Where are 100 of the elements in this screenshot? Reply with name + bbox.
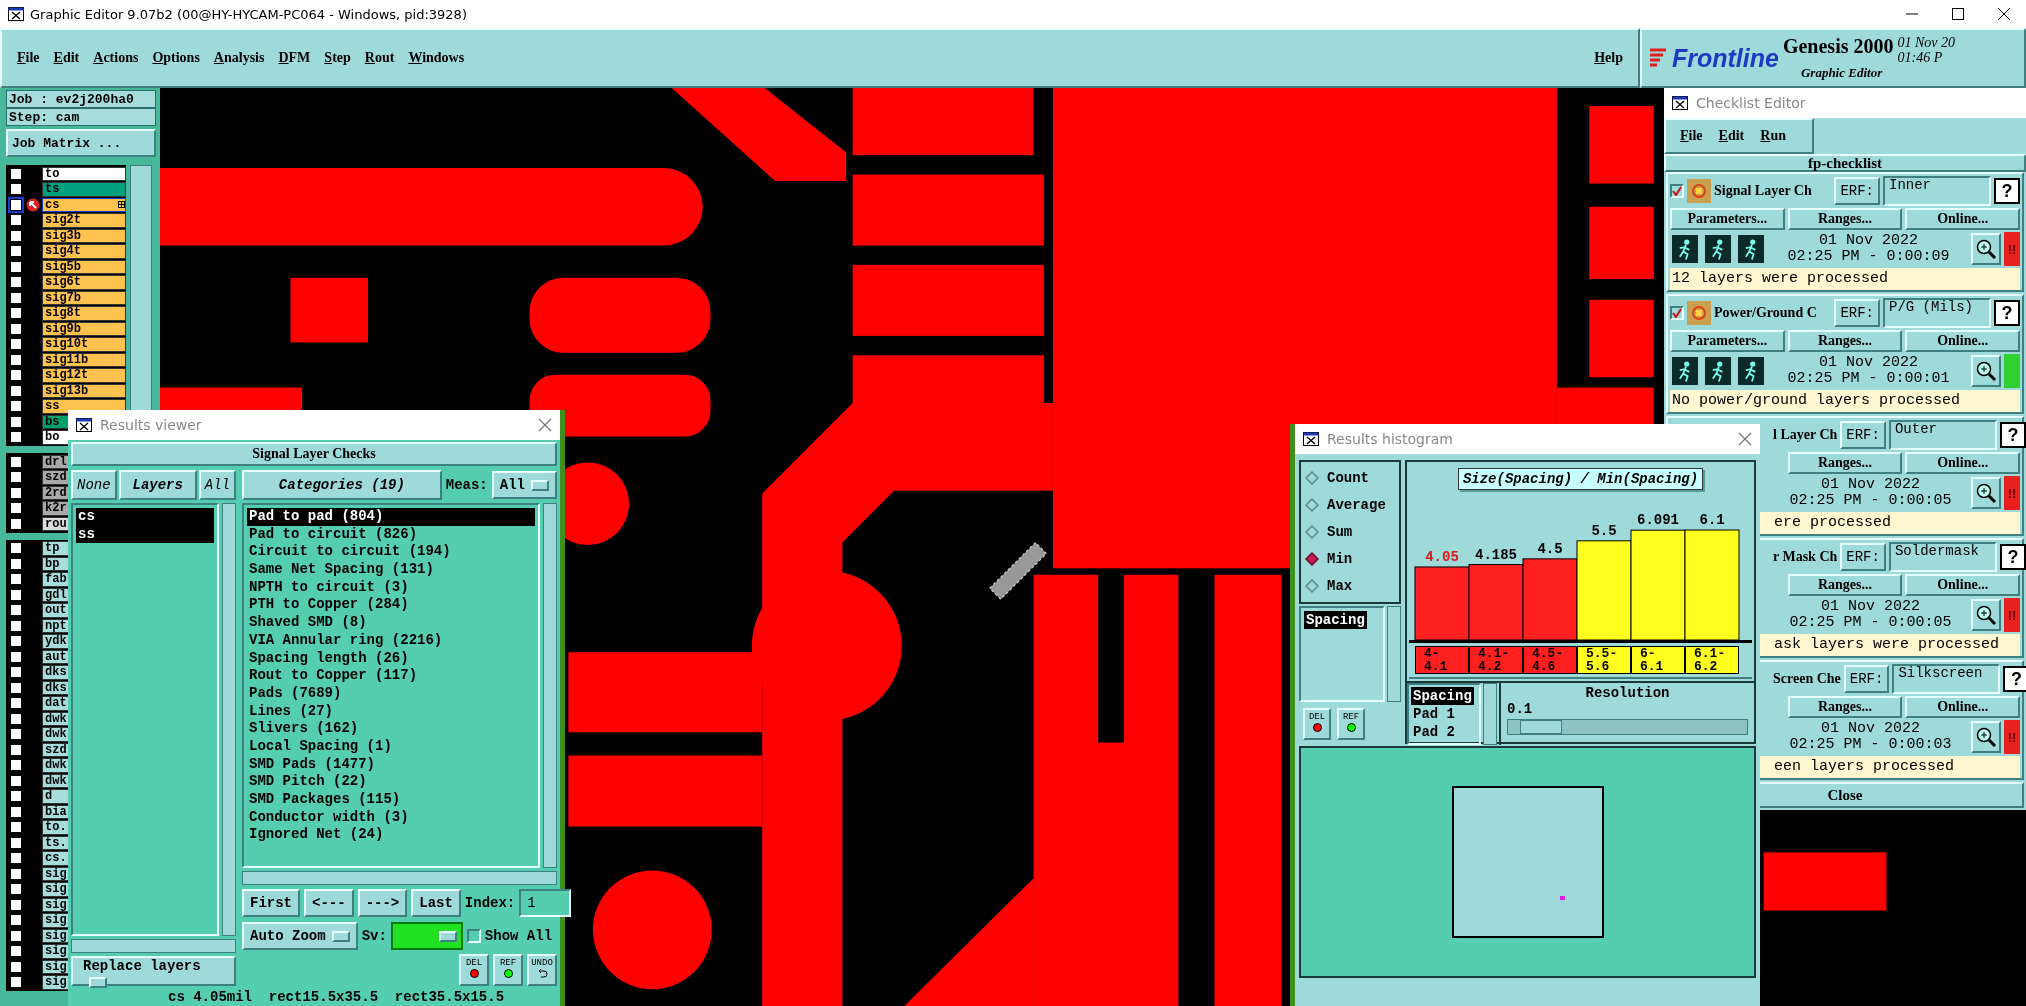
checkbox[interactable] bbox=[10, 517, 22, 530]
list-item[interactable]: PTH to Copper (284) bbox=[247, 596, 535, 615]
menu-item[interactable]: Analysis bbox=[206, 47, 272, 69]
zoom-button[interactable] bbox=[1971, 233, 2001, 265]
zoom-button[interactable] bbox=[1971, 721, 2001, 753]
checkbox[interactable] bbox=[10, 883, 22, 896]
scrollbar[interactable] bbox=[1387, 606, 1401, 702]
job-matrix-button[interactable]: Job Matrix ... bbox=[6, 129, 156, 157]
checkbox[interactable] bbox=[10, 945, 22, 958]
list-item[interactable]: Pad 1 bbox=[1411, 705, 1457, 723]
checkbox[interactable] bbox=[10, 588, 22, 601]
checkbox[interactable] bbox=[10, 557, 22, 570]
checkbox[interactable] bbox=[10, 542, 22, 555]
tool-button[interactable]: REF bbox=[1337, 708, 1365, 740]
layer-item[interactable]: sig2t bbox=[42, 213, 126, 228]
checkbox[interactable] bbox=[10, 415, 22, 428]
zoom-button[interactable] bbox=[1971, 599, 2001, 631]
option-button[interactable]: Online... bbox=[1905, 330, 2020, 352]
list-item[interactable]: Pad to pad (804) bbox=[247, 508, 535, 526]
running-figure-icon[interactable] bbox=[1736, 355, 1766, 387]
checkbox[interactable] bbox=[10, 198, 22, 211]
layer-item[interactable]: to bbox=[42, 166, 126, 181]
list-item[interactable]: Pad to circuit (826) bbox=[247, 525, 535, 544]
checkbox[interactable] bbox=[10, 712, 22, 725]
menu-item[interactable]: DFM bbox=[271, 47, 318, 69]
menu-item[interactable]: Actions bbox=[86, 47, 146, 69]
checkbox[interactable] bbox=[10, 821, 22, 834]
running-figure-icon[interactable] bbox=[1670, 355, 1700, 387]
option-button[interactable]: Online... bbox=[1905, 574, 2020, 596]
checkbox[interactable] bbox=[10, 774, 22, 787]
layer-item[interactable]: ss bbox=[42, 399, 126, 414]
option-button[interactable]: Ranges... bbox=[1787, 330, 1903, 352]
help-button[interactable]: ? bbox=[1999, 544, 2026, 570]
erf-button[interactable]: ERF: bbox=[1840, 421, 1886, 449]
checkbox[interactable] bbox=[10, 167, 22, 180]
list-item[interactable]: Shaved SMD (8) bbox=[247, 614, 535, 632]
checkbox[interactable] bbox=[10, 471, 22, 484]
menu-item[interactable]: Run bbox=[1754, 126, 1792, 146]
resolution-slider[interactable] bbox=[1507, 719, 1748, 735]
erf-button[interactable]: ERF: bbox=[1834, 177, 1880, 205]
checkbox[interactable] bbox=[10, 214, 22, 227]
radio-button[interactable] bbox=[1305, 552, 1319, 567]
auto-zoom-dropdown[interactable]: Auto Zoom bbox=[242, 922, 358, 950]
checkbox[interactable] bbox=[10, 291, 22, 304]
layer-item[interactable]: sig10t bbox=[42, 337, 126, 352]
layer-item[interactable]: sig12t bbox=[42, 368, 126, 383]
erf-field[interactable]: Inner bbox=[1883, 176, 1991, 206]
tool-button[interactable]: DEL bbox=[1303, 708, 1331, 740]
nav-button[interactable]: Last bbox=[411, 889, 461, 917]
checkbox[interactable] bbox=[10, 743, 22, 756]
zoom-button[interactable] bbox=[1971, 477, 2001, 509]
checkbox[interactable] bbox=[10, 728, 22, 741]
checkbox[interactable] bbox=[10, 604, 22, 617]
tool-button[interactable]: REF bbox=[493, 954, 523, 986]
checkbox[interactable] bbox=[10, 635, 22, 648]
checkbox[interactable] bbox=[10, 573, 22, 586]
option-button[interactable]: Parameters... bbox=[1670, 208, 1785, 230]
layer-item[interactable]: sig11b bbox=[42, 352, 126, 367]
maximize-icon[interactable] bbox=[1952, 8, 1964, 20]
checkbox[interactable] bbox=[10, 619, 22, 632]
menu-item[interactable]: File bbox=[1674, 126, 1709, 146]
checkbox[interactable] bbox=[10, 805, 22, 818]
meas-dropdown[interactable]: All bbox=[491, 471, 557, 499]
running-figure-icon[interactable] bbox=[1670, 233, 1700, 265]
list-item[interactable]: VIA Annular ring (2216) bbox=[247, 631, 535, 650]
option-button[interactable]: Ranges... bbox=[1787, 452, 1903, 474]
erf-field[interactable]: Soldermask bbox=[1888, 542, 1997, 572]
help-button[interactable]: ? bbox=[1994, 178, 2020, 204]
layer-item[interactable]: sig7b bbox=[42, 290, 126, 305]
zoom-button[interactable] bbox=[1971, 355, 2001, 387]
checkbox[interactable] bbox=[10, 183, 22, 196]
checkbox[interactable] bbox=[10, 929, 22, 942]
help-button[interactable]: ? bbox=[1994, 300, 2020, 326]
menu-item[interactable]: Edit bbox=[1712, 126, 1751, 146]
option-button[interactable]: Ranges... bbox=[1787, 696, 1903, 718]
list-item[interactable]: Ignored Net (24) bbox=[247, 826, 535, 845]
help-button[interactable]: ? bbox=[1999, 422, 2026, 448]
menu-item[interactable]: Edit bbox=[46, 47, 87, 69]
tool-button[interactable]: UNDO bbox=[527, 954, 557, 986]
list-item[interactable]: Pad 2 bbox=[1411, 723, 1457, 741]
list-item[interactable]: Spacing bbox=[1411, 687, 1474, 705]
checkbox[interactable] bbox=[10, 650, 22, 663]
erf-button[interactable]: ERF: bbox=[1840, 543, 1886, 571]
list-item[interactable]: SMD Pitch (22) bbox=[247, 773, 535, 791]
scrollbar[interactable] bbox=[543, 503, 557, 868]
checkbox[interactable] bbox=[10, 697, 22, 710]
layer-item[interactable]: sig3b bbox=[42, 228, 126, 243]
checkbox[interactable] bbox=[1670, 306, 1684, 320]
slider-thumb[interactable] bbox=[1519, 720, 1562, 734]
checkbox[interactable] bbox=[10, 455, 22, 468]
scrollbar[interactable] bbox=[222, 503, 236, 936]
checkbox[interactable] bbox=[10, 502, 22, 515]
checkbox[interactable] bbox=[10, 260, 22, 273]
list-item[interactable]: Spacing bbox=[1304, 611, 1367, 629]
list-item[interactable]: Lines (27) bbox=[247, 702, 535, 721]
option-button[interactable]: Ranges... bbox=[1787, 208, 1903, 230]
option-button[interactable]: Parameters... bbox=[1670, 330, 1785, 352]
list-item[interactable]: Local Spacing (1) bbox=[247, 737, 535, 756]
checkbox[interactable] bbox=[10, 245, 22, 258]
nav-button[interactable]: First bbox=[242, 889, 300, 917]
